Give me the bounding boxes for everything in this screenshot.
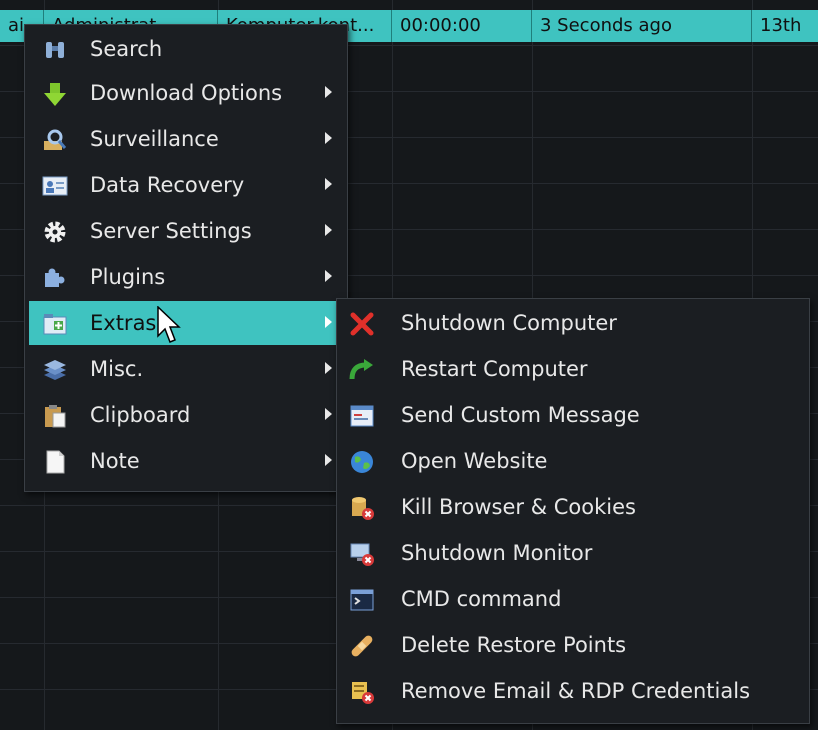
submenu-arrow-icon bbox=[325, 270, 332, 282]
clipboard-icon bbox=[45, 405, 66, 428]
menu-item-surveillance[interactable]: Surveillance bbox=[29, 117, 343, 161]
gear-icon bbox=[44, 221, 66, 243]
menu-item-label: Kill Browser & Cookies bbox=[401, 495, 636, 519]
menu-item-kill-browser-cookies[interactable]: Kill Browser & Cookies bbox=[341, 485, 805, 529]
note-icon bbox=[46, 450, 65, 474]
monitor-delete-icon bbox=[350, 543, 374, 566]
menu-item-label: Clipboard bbox=[90, 403, 191, 427]
menu-item-label: Remove Email & RDP Credentials bbox=[401, 679, 751, 703]
folder-plus-icon bbox=[43, 314, 67, 335]
id-card-icon bbox=[42, 176, 68, 196]
message-window-icon bbox=[350, 405, 374, 427]
menu-item-remove-email-rdp-credentials[interactable]: Remove Email & RDP Credentials bbox=[341, 669, 805, 713]
submenu-arrow-icon bbox=[325, 178, 332, 190]
menu-item-label: Data Recovery bbox=[90, 173, 245, 197]
menu-item-misc[interactable]: Misc. bbox=[29, 347, 343, 391]
submenu-arrow-icon bbox=[325, 316, 332, 328]
menu-item-shutdown-monitor[interactable]: Shutdown Monitor bbox=[341, 531, 805, 575]
console-icon bbox=[350, 589, 374, 611]
menu-item-label: Restart Computer bbox=[401, 357, 588, 381]
menu-item-label: Search bbox=[90, 37, 163, 61]
menu-item-label: Download Options bbox=[90, 81, 283, 105]
menu-item-label: Send Custom Message bbox=[401, 403, 640, 427]
restart-arrow-icon bbox=[349, 359, 373, 380]
layers-icon bbox=[44, 360, 66, 380]
menu-item-data-recovery[interactable]: Data Recovery bbox=[29, 163, 343, 207]
submenu-arrow-icon bbox=[325, 362, 332, 374]
download-arrow-icon bbox=[44, 83, 66, 106]
table-cell: 00:00:00 bbox=[392, 10, 532, 42]
menu-item-label: Open Website bbox=[401, 449, 548, 473]
menu-item-download-options[interactable]: Download Options bbox=[29, 71, 343, 115]
menu-item-server-settings[interactable]: Server Settings bbox=[29, 209, 343, 253]
bandage-icon bbox=[351, 635, 373, 657]
menu-item-label: Surveillance bbox=[90, 127, 219, 151]
database-delete-icon bbox=[352, 497, 374, 520]
table-cell: 3 Seconds ago bbox=[532, 10, 752, 42]
binoculars-icon bbox=[46, 42, 64, 58]
menu-item-label: Plugins bbox=[90, 265, 166, 289]
submenu-arrow-icon bbox=[325, 132, 332, 144]
menu-item-label: Shutdown Computer bbox=[401, 311, 617, 335]
submenu-arrow-icon bbox=[325, 86, 332, 98]
submenu-arrow-icon bbox=[325, 454, 332, 466]
submenu-arrow-icon bbox=[325, 408, 332, 420]
magnifier-icon bbox=[44, 129, 67, 150]
menu-item-delete-restore-points[interactable]: Delete Restore Points bbox=[341, 623, 805, 667]
mouse-cursor-icon bbox=[157, 306, 181, 343]
menu-item-shutdown-computer[interactable]: Shutdown Computer bbox=[341, 301, 805, 345]
puzzle-icon bbox=[45, 268, 65, 287]
submenu-arrow-icon bbox=[325, 224, 332, 236]
context-menu: Search Download Options Surveillance Dat… bbox=[24, 24, 348, 492]
table-cell: 13th bbox=[760, 15, 802, 36]
globe-icon bbox=[351, 451, 373, 473]
menu-item-note[interactable]: Note bbox=[29, 439, 343, 483]
menu-item-clipboard[interactable]: Clipboard bbox=[29, 393, 343, 437]
menu-item-plugins[interactable]: Plugins bbox=[29, 255, 343, 299]
menu-item-search[interactable]: Search bbox=[29, 27, 343, 71]
menu-item-cmd-command[interactable]: CMD command bbox=[341, 577, 805, 621]
menu-item-label: Note bbox=[90, 449, 140, 473]
menu-item-restart-computer[interactable]: Restart Computer bbox=[341, 347, 805, 391]
menu-item-label: CMD command bbox=[401, 587, 562, 611]
credentials-delete-icon bbox=[352, 682, 374, 704]
menu-item-label: Extras bbox=[90, 311, 157, 335]
menu-item-open-website[interactable]: Open Website bbox=[341, 439, 805, 483]
extras-submenu: Shutdown Computer Restart Computer Send … bbox=[336, 298, 810, 724]
red-x-icon bbox=[350, 312, 374, 336]
menu-item-send-custom-message[interactable]: Send Custom Message bbox=[341, 393, 805, 437]
menu-item-label: Delete Restore Points bbox=[401, 633, 627, 657]
menu-item-label: Misc. bbox=[90, 357, 144, 381]
menu-item-extras[interactable]: Extras bbox=[29, 301, 343, 345]
menu-item-label: Shutdown Monitor bbox=[401, 541, 593, 565]
menu-item-label: Server Settings bbox=[90, 219, 252, 243]
